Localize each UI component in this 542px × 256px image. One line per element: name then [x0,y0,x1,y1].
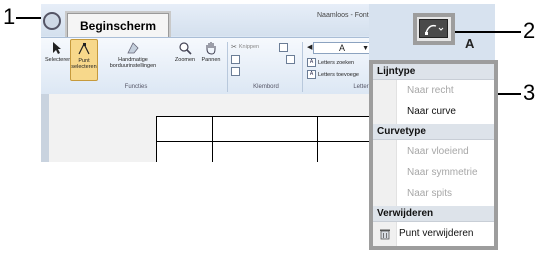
letter-combo-value: A [339,43,346,53]
glyph-grid[interactable] [156,116,377,162]
zoom-button[interactable]: Zoomen [173,41,197,63]
tab-beginscherm[interactable]: Beginscherm [67,13,169,38]
clipboard-extra-button[interactable] [286,55,295,64]
grid-line [212,117,213,162]
zoom-label: Zoomen [174,57,196,63]
point-select-button[interactable]: Punt selecteren [70,39,98,81]
clipboard-icon [286,55,295,64]
add-letters-icon: A [307,70,316,79]
prev-letter-button[interactable]: ◀ [307,43,312,51]
left-panel [41,94,49,162]
scissors-icon: ✂ [231,44,237,51]
duplicate-icon [279,43,288,52]
menu-item-punt-verwijderen[interactable]: Punt verwijderen [373,224,494,244]
menu-header-curvetype: Curvetype [373,124,494,140]
menu-item-naar-symmetrie[interactable]: Naar symmetrie [373,163,494,183]
menu-header-verwijderen: Verwijderen [373,206,494,222]
magnifier-icon [179,42,192,55]
menu-item-naar-spits[interactable]: Naar spits [373,184,494,204]
grid-line [157,141,377,142]
find-letters-icon: A [307,58,316,67]
paste-small-button[interactable] [231,67,240,76]
group-separator [227,42,228,92]
group-label-functies: Functies [124,84,148,90]
embroidery-settings-icon [127,42,139,54]
group-separator [302,42,303,92]
cut-label: Knippen [238,44,260,50]
app-menu-icon[interactable] [43,12,61,30]
callout-2-leader [455,31,521,33]
copy-button[interactable] [231,55,240,64]
triangle-left-icon: ◀ [307,44,313,51]
point-select-label-2: selecteren [71,64,97,70]
letter-combo[interactable]: A ▼ [313,42,373,54]
line-type-dropdown-button[interactable] [419,19,448,38]
cut-button[interactable]: ✂ Knippen [231,43,259,51]
add-letters-button[interactable]: A Letters toevoege [307,70,359,79]
line-type-dropdown-menu: Lijntype Naar recht Naar curve Curvetype… [373,64,494,246]
grid-line [317,117,318,162]
callout-1: 1 [3,4,16,29]
hand-icon [206,42,216,55]
group-label-klembord: Klembord [253,84,279,90]
cursor-arrow-icon [53,42,61,54]
menu-item-naar-recht[interactable]: Naar recht [373,81,494,101]
manual-settings-label-2: borduurinstellingen [109,63,157,69]
select-button[interactable]: Selecteren [45,41,72,63]
menu-item-naar-curve[interactable]: Naar curve [373,102,494,122]
punt-verwijderen-label: Punt verwijderen [399,228,474,239]
menu-header-lijntype: Lijntype [373,64,494,80]
pan-label: Pannen [201,57,221,63]
triangle-down-icon: ▼ [362,44,369,52]
preview-letter: A [465,36,475,51]
callout-2: 2 [523,18,536,43]
copy-icon [231,55,240,64]
callout-3-leader [498,93,521,95]
curve-line-icon [424,24,443,35]
add-letters-label: Letters toevoege [318,71,359,78]
select-label: Selecteren [45,57,72,63]
find-letters-button[interactable]: A Letters zoeken [307,58,354,67]
point-select-icon [78,42,90,55]
pan-button[interactable]: Pannen [199,41,223,63]
callout-3: 3 [523,80,536,105]
trash-icon [380,229,390,240]
paste-icon [231,67,240,76]
find-letters-label: Letters zoeken [318,59,355,66]
manual-embroidery-settings-button[interactable]: Handmatige borduurinstellingen [105,41,161,69]
menu-item-naar-vloeiend[interactable]: Naar vloeiend [373,142,494,162]
duplicate-button[interactable] [279,43,288,52]
